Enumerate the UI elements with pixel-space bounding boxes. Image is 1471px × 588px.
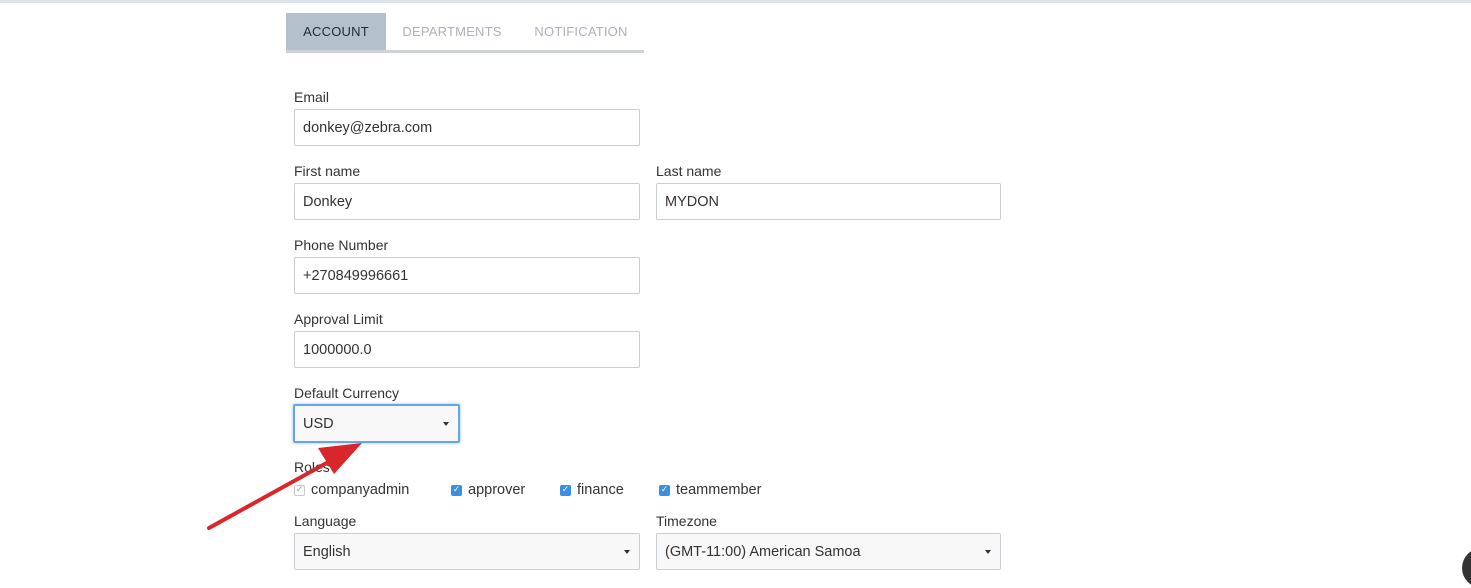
phone-field[interactable]: +270849996661 xyxy=(294,257,640,294)
email-value: donkey@zebra.com xyxy=(303,119,433,136)
last-name-field[interactable]: MYDON xyxy=(656,183,1001,220)
timezone-select[interactable]: (GMT-11:00) American Samoa xyxy=(656,533,1001,570)
first-name-label: First name xyxy=(294,163,361,179)
tab-account[interactable]: ACCOUNT xyxy=(286,13,386,50)
last-name-label: Last name xyxy=(656,163,722,179)
tab-bar: ACCOUNT DEPARTMENTS NOTIFICATION xyxy=(286,13,644,53)
role-teammember[interactable]: ✓ teammember xyxy=(659,480,761,500)
checkbox-teammember[interactable]: ✓ xyxy=(659,484,670,496)
phone-label: Phone Number xyxy=(294,237,389,253)
role-label: teammember xyxy=(676,482,762,498)
roles-label: Roles xyxy=(294,459,330,475)
approval-limit-field[interactable]: 1000000.0 xyxy=(294,331,640,368)
timezone-value: (GMT-11:00) American Samoa xyxy=(665,543,861,560)
email-field[interactable]: donkey@zebra.com xyxy=(294,109,640,146)
chat-widget-icon[interactable] xyxy=(1462,548,1471,588)
tab-departments[interactable]: DEPARTMENTS xyxy=(386,13,518,50)
first-name-field[interactable]: Donkey xyxy=(294,183,640,220)
currency-select[interactable]: USD xyxy=(293,404,460,443)
email-label: Email xyxy=(294,89,330,105)
language-value: English xyxy=(303,543,351,560)
role-label: companyadmin xyxy=(311,482,410,498)
tab-notification[interactable]: NOTIFICATION xyxy=(518,13,644,50)
caret-down-icon xyxy=(443,421,449,426)
check-icon: ✓ xyxy=(452,484,461,495)
role-companyadmin[interactable]: ✓ companyadmin xyxy=(294,480,409,500)
role-label: finance xyxy=(577,482,624,498)
caret-down-icon xyxy=(985,549,991,554)
role-label: approver xyxy=(468,482,526,498)
check-icon: ✓ xyxy=(295,484,304,495)
approval-limit-value: 1000000.0 xyxy=(303,341,372,358)
checkbox-companyadmin[interactable]: ✓ xyxy=(294,484,305,496)
approval-limit-label: Approval Limit xyxy=(294,311,383,327)
check-icon: ✓ xyxy=(660,484,669,495)
phone-value: +270849996661 xyxy=(303,267,409,284)
top-border xyxy=(0,0,1471,3)
default-currency-label: Default Currency xyxy=(294,385,400,401)
first-name-value: Donkey xyxy=(303,193,353,210)
language-label: Language xyxy=(294,513,357,529)
check-icon: ✓ xyxy=(561,484,570,495)
checkbox-finance[interactable]: ✓ xyxy=(560,484,571,496)
currency-value: USD xyxy=(303,415,334,432)
checkbox-approver[interactable]: ✓ xyxy=(451,484,462,496)
language-select[interactable]: English xyxy=(294,533,640,570)
role-finance[interactable]: ✓ finance xyxy=(560,480,624,500)
caret-down-icon xyxy=(624,549,630,554)
last-name-value: MYDON xyxy=(665,193,719,210)
role-approver[interactable]: ✓ approver xyxy=(451,480,525,500)
timezone-label: Timezone xyxy=(656,513,717,529)
